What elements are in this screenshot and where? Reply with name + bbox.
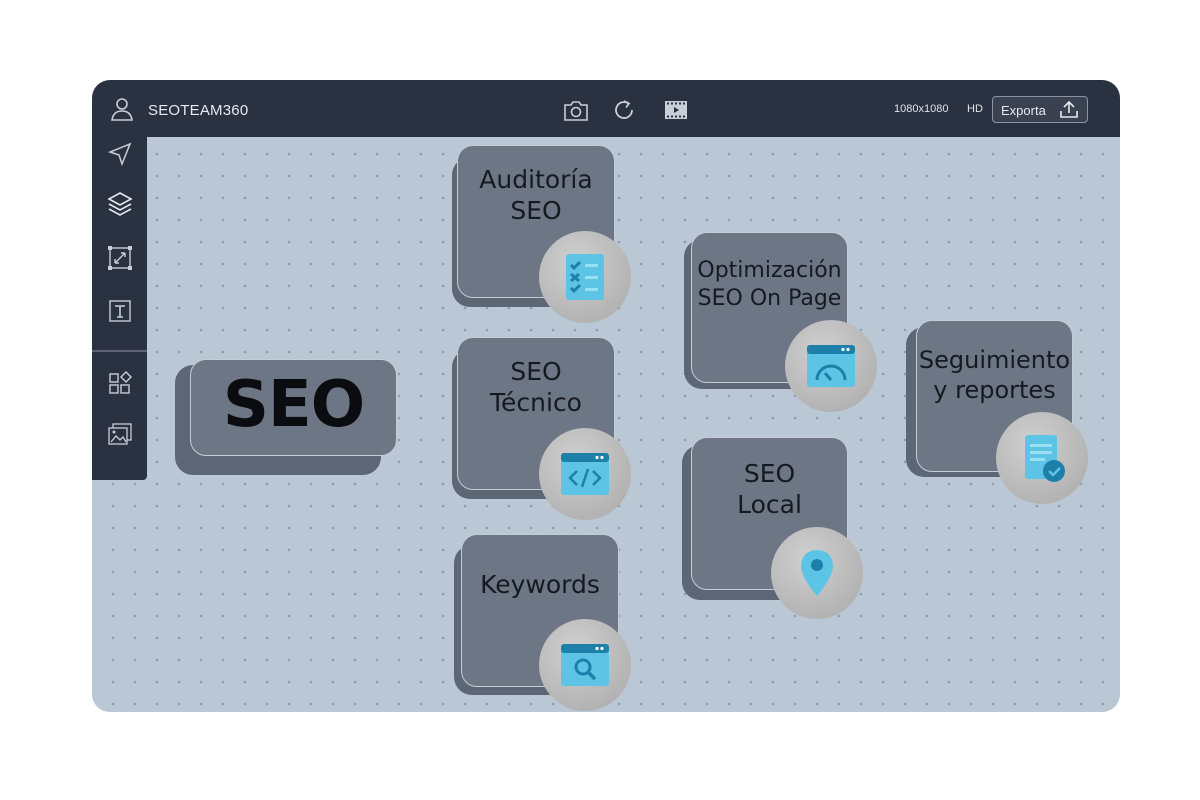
speedometer-window-icon xyxy=(807,345,855,387)
badge-location-pin xyxy=(771,527,863,619)
card-label: Seguimiento y reportes xyxy=(918,346,1071,404)
badge-report-document xyxy=(996,412,1088,504)
location-pin-icon xyxy=(801,550,833,596)
badge-code-window xyxy=(539,428,631,520)
user-icon[interactable] xyxy=(110,97,134,121)
report-document-icon xyxy=(1025,435,1065,482)
export-icon xyxy=(1060,100,1078,118)
resolution-label: 1080x1080 xyxy=(894,103,949,115)
refresh-icon[interactable] xyxy=(612,98,638,122)
text-box-icon[interactable] xyxy=(107,298,133,324)
shapes-icon[interactable] xyxy=(107,370,133,396)
app-window: SEO Auditoría SEO SEO Técnico Keywords O… xyxy=(92,80,1120,712)
layers-icon[interactable] xyxy=(107,191,133,217)
badge-speedometer-window xyxy=(785,320,877,412)
badge-search-window xyxy=(539,619,631,711)
code-window-icon xyxy=(561,453,609,495)
checklist-icon xyxy=(566,254,604,300)
navigation-arrow-icon[interactable] xyxy=(107,141,133,167)
export-label: Exporta xyxy=(1001,103,1046,118)
search-window-icon xyxy=(561,644,609,686)
export-button[interactable]: Exporta xyxy=(992,96,1088,123)
film-icon[interactable] xyxy=(663,98,689,122)
left-sidebar xyxy=(92,137,147,480)
card-label: SEO Técnico xyxy=(490,357,582,418)
card-label: Optimización SEO On Page xyxy=(697,258,842,311)
camera-icon[interactable] xyxy=(563,98,589,122)
main-seo-title: SEO xyxy=(222,368,365,442)
card-label: Keywords xyxy=(480,570,600,599)
main-seo-card[interactable]: SEO xyxy=(190,359,397,456)
image-gallery-icon[interactable] xyxy=(107,421,133,447)
sidebar-divider xyxy=(92,350,147,352)
design-canvas[interactable]: SEO Auditoría SEO SEO Técnico Keywords O… xyxy=(92,137,1120,712)
resize-icon[interactable] xyxy=(107,245,133,271)
app-title: SEOTEAM360 xyxy=(148,102,249,119)
card-label: Auditoría SEO xyxy=(479,165,593,226)
quality-label: HD xyxy=(967,103,983,115)
badge-checklist xyxy=(539,231,631,323)
card-label: SEO Local xyxy=(737,459,802,520)
top-toolbar: SEOTEAM360 1080x1080 HD Exporta xyxy=(92,80,1120,137)
